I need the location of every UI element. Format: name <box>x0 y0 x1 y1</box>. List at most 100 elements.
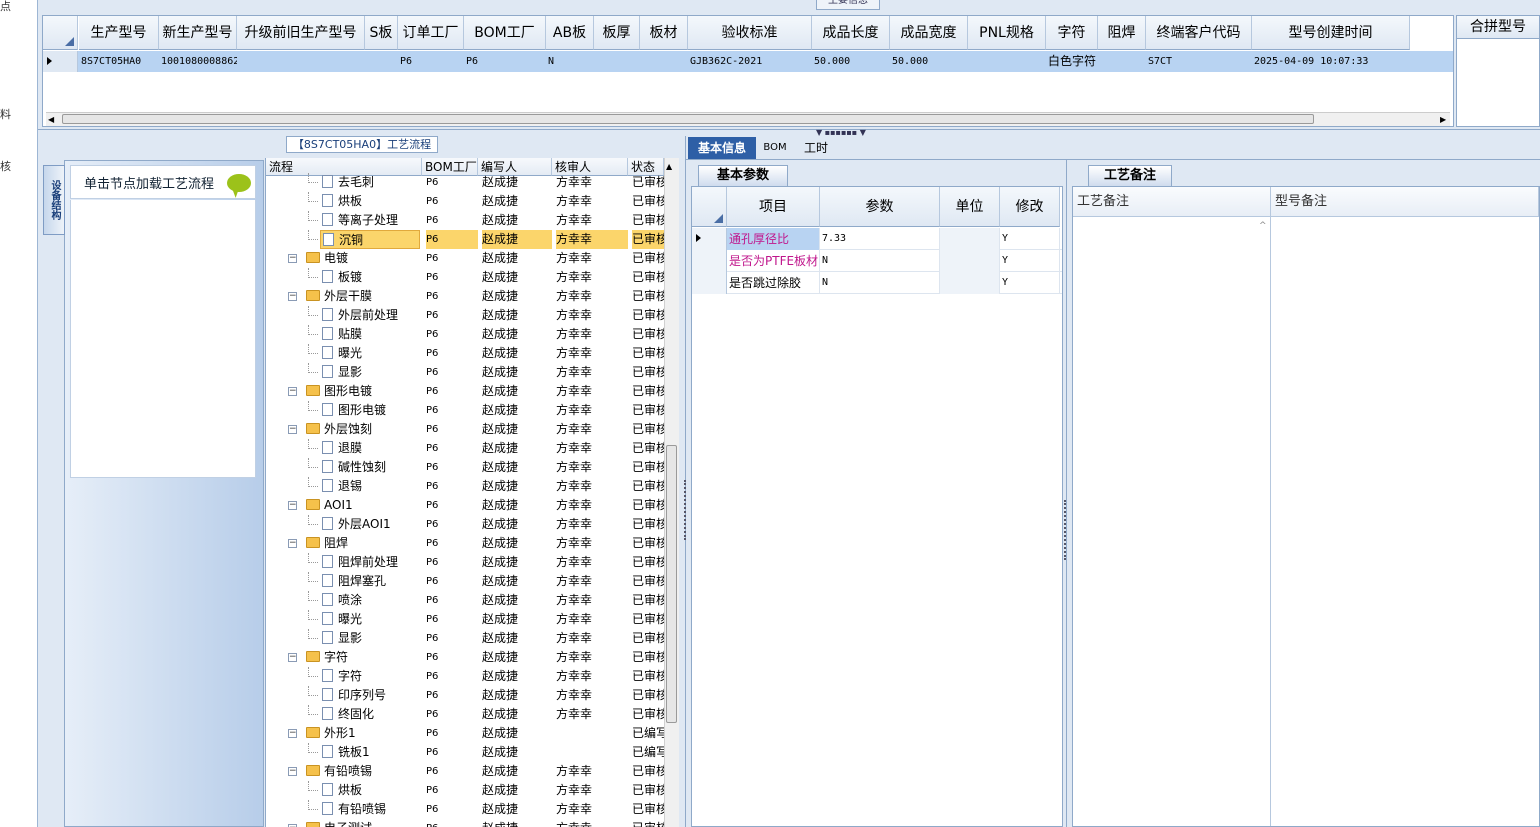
tree-node[interactable]: 去毛刺 <box>320 173 422 192</box>
tree-node[interactable]: 碱性蚀刻 <box>320 458 422 477</box>
table-row[interactable]: 8S7CT05HA0 10010800088620 P6 P6 N GJB362C-202… <box>43 51 1453 72</box>
tree-row[interactable]: 碱性蚀刻 P6 赵成捷 方幸幸 已审核 <box>266 458 664 477</box>
tree-node[interactable]: 显影 <box>320 629 422 648</box>
param-row[interactable]: 是否为PTFE板材 N Y <box>692 250 1062 272</box>
param-column-header[interactable]: 项目 <box>727 187 820 227</box>
tree-node[interactable]: 沉铜 <box>320 230 420 249</box>
tree-node[interactable]: 铣板1 <box>320 743 422 762</box>
param-cell-unit[interactable] <box>940 272 1000 294</box>
tree-row[interactable]: 曝光 P6 赵成捷 方幸幸 已审核 <box>266 344 664 363</box>
param-cell-unit[interactable] <box>940 228 1000 250</box>
table-cell[interactable] <box>594 51 640 72</box>
table-cell[interactable] <box>237 51 365 72</box>
tree-row[interactable]: 印序列号 P6 赵成捷 方幸幸 已审核 <box>266 686 664 705</box>
tree-row[interactable]: 阻焊塞孔 P6 赵成捷 方幸幸 已审核 <box>266 572 664 591</box>
table-cell[interactable]: 2025-04-09 10:07:33 <box>1252 51 1410 72</box>
tab-work-hours[interactable]: 工时 <box>798 137 834 159</box>
basic-param-tab[interactable]: 基本参数 <box>698 165 788 186</box>
collapse-icon[interactable]: − <box>288 539 297 548</box>
param-grid-corner[interactable] <box>692 187 727 227</box>
collapse-icon[interactable]: − <box>288 501 297 510</box>
tree-row[interactable]: 外层AOI1 P6 赵成捷 方幸幸 已审核 <box>266 515 664 534</box>
table-cell[interactable]: 白色字符 <box>1046 51 1098 72</box>
column-header[interactable]: 板材 <box>640 16 688 50</box>
grid-scroll-thumb[interactable] <box>62 114 1314 124</box>
tree-row[interactable]: 终固化 P6 赵成捷 方幸幸 已审核 <box>266 705 664 724</box>
param-cell-modify[interactable]: Y <box>1000 272 1060 294</box>
collapse-icon[interactable]: − <box>288 387 297 396</box>
left-nav-label-2[interactable]: 料 <box>0 106 11 122</box>
tree-row[interactable]: 字符 P6 赵成捷 方幸幸 已审核 <box>266 667 664 686</box>
collapse-icon[interactable]: − <box>288 292 297 301</box>
tree-node[interactable]: 退膜 <box>320 439 422 458</box>
tree-row[interactable]: −电子测试P6赵成捷方幸幸已审核 <box>266 819 664 827</box>
tree-node[interactable]: 印序列号 <box>320 686 422 705</box>
tree-node[interactable]: 终固化 <box>320 705 422 724</box>
tab-basic-info[interactable]: 基本信息 <box>688 137 756 159</box>
column-header[interactable]: 成品长度 <box>812 16 890 50</box>
param-cell-unit[interactable] <box>940 250 1000 272</box>
table-cell[interactable]: S7CT <box>1146 51 1252 72</box>
left-nav-label-3[interactable]: 核 <box>0 158 11 174</box>
tree-row[interactable]: 阻焊前处理 P6 赵成捷 方幸幸 已审核 <box>266 553 664 572</box>
collapse-icon[interactable]: − <box>288 729 297 738</box>
scroll-up-icon[interactable]: ^ <box>1259 221 1267 231</box>
column-header[interactable]: 型号创建时间 <box>1252 16 1410 50</box>
tree-row[interactable]: 去毛刺 P6 赵成捷 方幸幸 已审核 <box>266 173 664 192</box>
tree-row[interactable]: 显影 P6 赵成捷 方幸幸 已审核 <box>266 363 664 382</box>
tree-node[interactable]: 烘板 <box>320 781 422 800</box>
param-cell-param[interactable]: 7.33 <box>820 228 940 250</box>
node-list[interactable] <box>70 200 256 478</box>
collapse-icon[interactable]: − <box>288 425 297 434</box>
tree-node[interactable]: 阻焊 <box>304 534 422 553</box>
param-cell-param[interactable]: N <box>820 250 940 272</box>
table-cell[interactable] <box>968 51 1046 72</box>
tree-node[interactable]: 曝光 <box>320 344 422 363</box>
tree-node[interactable]: 电子测试 <box>304 819 422 827</box>
column-header[interactable]: 新生产型号 <box>159 16 237 50</box>
tree-row[interactable]: 显影 P6 赵成捷 方幸幸 已审核 <box>266 629 664 648</box>
tree-row[interactable]: 有铅喷锡 P6 赵成捷 方幸幸 已审核 <box>266 800 664 819</box>
tree-row[interactable]: 板镀 P6 赵成捷 方幸幸 已审核 <box>266 268 664 287</box>
column-header[interactable]: 阻焊 <box>1098 16 1146 50</box>
table-cell[interactable]: 8S7CT05HA0 <box>79 51 159 72</box>
tree-row[interactable]: 烘板 P6 赵成捷 方幸幸 已审核 <box>266 781 664 800</box>
tree-row[interactable]: − 阻焊 P6 赵成捷 方幸幸 已审核 <box>266 534 664 553</box>
left-nav-label-1[interactable]: 点 <box>0 0 11 14</box>
tree-node[interactable]: 阻焊前处理 <box>320 553 422 572</box>
scroll-right-icon[interactable]: ▶ <box>1440 115 1446 124</box>
table-cell[interactable]: N <box>546 51 594 72</box>
tree-row[interactable]: 贴膜 P6 赵成捷 方幸幸 已审核 <box>266 325 664 344</box>
table-cell[interactable] <box>365 51 398 72</box>
tree-row[interactable]: 沉铜 P6赵成捷方幸幸已审核 <box>266 230 664 249</box>
tree-node[interactable]: AOI1 <box>304 496 422 515</box>
column-header[interactable]: 升级前旧生产型号 <box>237 16 365 50</box>
param-column-header[interactable]: 单位 <box>940 187 1000 227</box>
table-cell[interactable]: 50.000 <box>812 51 890 72</box>
tree-row[interactable]: 烘板 P6 赵成捷 方幸幸 已审核 <box>266 192 664 211</box>
tree-row[interactable]: − 外形1 P6 赵成捷 已编写 <box>266 724 664 743</box>
tree-row[interactable]: 退锡 P6 赵成捷 方幸幸 已审核 <box>266 477 664 496</box>
column-header[interactable]: PNL规格 <box>968 16 1046 50</box>
tree-row[interactable]: − 外层蚀刻 P6 赵成捷 方幸幸 已审核 <box>266 420 664 439</box>
tree-node[interactable]: 喷涂 <box>320 591 422 610</box>
tree-node[interactable]: 外层前处理 <box>320 306 422 325</box>
merge-model-list[interactable] <box>1456 39 1540 127</box>
tree-row[interactable]: 曝光 P6 赵成捷 方幸幸 已审核 <box>266 610 664 629</box>
tree-node[interactable]: 外层干膜 <box>304 287 422 306</box>
column-header[interactable]: 字符 <box>1046 16 1098 50</box>
tree-node[interactable]: 烘板 <box>320 192 422 211</box>
scroll-left-icon[interactable]: ◀ <box>48 115 54 124</box>
param-cell-param[interactable]: N <box>820 272 940 294</box>
tree-node[interactable]: 外形1 <box>304 724 422 743</box>
tree-row[interactable]: 图形电镀 P6 赵成捷 方幸幸 已审核 <box>266 401 664 420</box>
grid-corner[interactable] <box>43 16 78 50</box>
scroll-up-icon[interactable]: ▲ <box>666 162 672 171</box>
tree-row[interactable]: 铣板1 P6 赵成捷 已编写 <box>266 743 664 762</box>
tree-row[interactable]: − 电镀 P6 赵成捷 方幸幸 已审核 <box>266 249 664 268</box>
collapse-icon[interactable]: − <box>288 767 297 776</box>
tree-node[interactable]: 有铅喷锡 <box>320 800 422 819</box>
column-header[interactable]: AB板 <box>546 16 594 50</box>
process-notes-tab[interactable]: 工艺备注 <box>1088 165 1172 186</box>
param-column-header[interactable]: 参数 <box>820 187 940 227</box>
